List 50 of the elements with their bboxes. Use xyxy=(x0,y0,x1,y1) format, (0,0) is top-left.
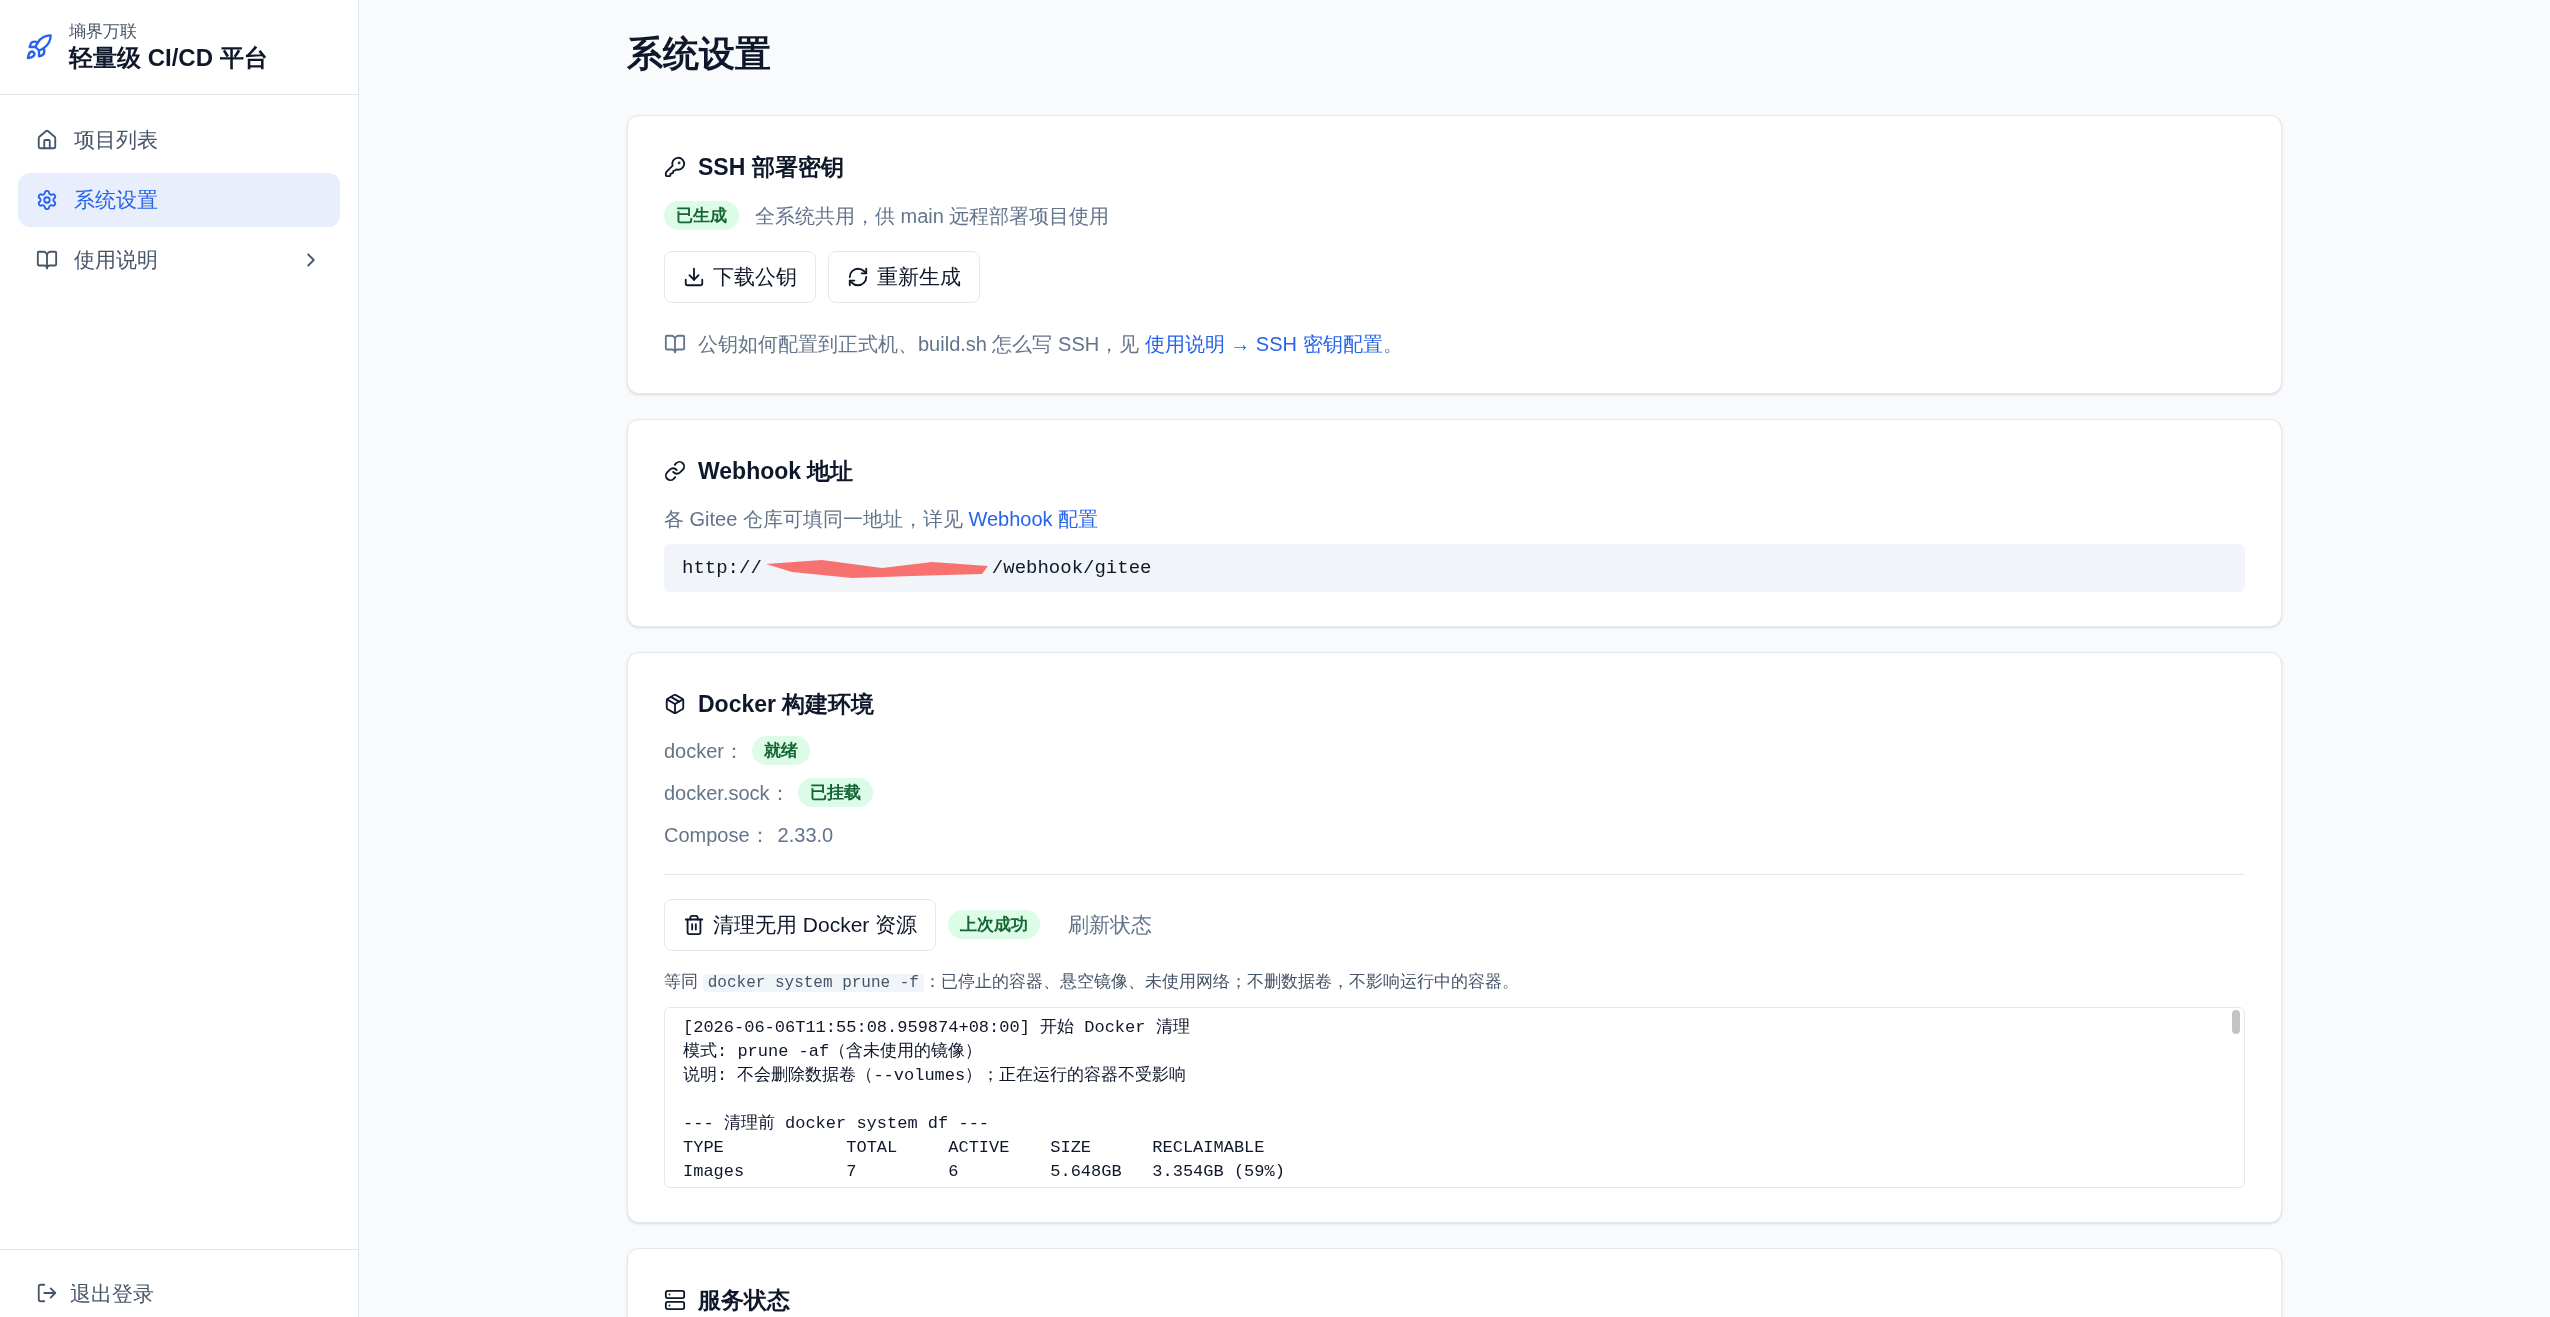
settings-icon xyxy=(36,189,58,211)
log-line: 说明: 不会删除数据卷（--volumes）；正在运行的容器不受影响 xyxy=(683,1064,1187,1087)
heading-icon xyxy=(664,459,686,482)
home-icon xyxy=(36,129,58,151)
nav-item[interactable]: 项目列表 xyxy=(18,113,340,167)
log-line: TYPE TOTAL ACTIVE SIZE RECLAIMABLE xyxy=(683,1136,1265,1159)
nav-item[interactable]: 系统设置 xyxy=(18,173,340,227)
rocket-icon xyxy=(25,33,53,61)
card-title: 服务状态 xyxy=(698,1285,790,1315)
log-line: --- 清理前 docker system df --- xyxy=(683,1112,990,1135)
status-label: docker.sock： xyxy=(664,780,790,806)
cleanup-button[interactable]: 清理无用 Docker 资源 xyxy=(664,898,937,951)
hint-text: 等同 docker system prune -f ：已停止的容器、悬空镜像、未使用网络；不删数据卷，不影响运行中的容器。 xyxy=(664,970,1520,994)
book-icon xyxy=(664,332,686,355)
status-badge: 已生成 xyxy=(664,200,739,231)
heading-icon xyxy=(664,156,686,179)
card-title: Docker 构建环境 xyxy=(698,690,875,719)
regenerate-button[interactable]: 重新生成 xyxy=(828,250,980,303)
heading-icon xyxy=(664,1288,686,1311)
card-title: SSH 部署密钥 xyxy=(698,153,844,182)
heading-icon xyxy=(664,693,686,716)
card-title: Webhook 地址 xyxy=(698,456,854,486)
company-name: 墒界万联 xyxy=(69,21,138,43)
download-icon xyxy=(683,265,705,288)
product-name: 轻量级 CI/CD 平台 xyxy=(69,43,268,73)
description: 全系统共用，供 main 远程部署项目使用 xyxy=(755,203,1110,229)
logout-button[interactable]: 退出登录 xyxy=(36,1277,154,1309)
status-badge: 已挂载 xyxy=(797,777,873,808)
scrollbar-thumb[interactable] xyxy=(2232,1009,2240,1034)
status-label: Compose： xyxy=(664,822,770,848)
status-label: docker： xyxy=(664,738,745,764)
log-line: 模式: prune -af（含未使用的镜像） xyxy=(683,1040,983,1063)
help-text: 公钥如何配置到正式机、build.sh 怎么写 SSH，见 使用说明 → SSH 密钥配置。 xyxy=(698,331,1403,357)
status-badge: 上次成功 xyxy=(948,909,1041,940)
nav-item[interactable]: 使用说明 xyxy=(18,233,340,287)
refresh-icon xyxy=(847,265,869,288)
trash-icon xyxy=(683,913,705,936)
page-title: 系统设置 xyxy=(627,32,772,76)
status-value: 2.33.0 xyxy=(777,822,834,848)
refresh-status-button[interactable]: 刷新状态 xyxy=(1052,908,1169,941)
description: 各 Gitee 仓库可填同一地址，详见 Webhook 配置 xyxy=(664,507,1100,532)
docs-link[interactable]: 使用说明 → SSH 密钥配置 xyxy=(1144,332,1383,355)
status-badge: 就绪 xyxy=(752,735,811,766)
webhook-link[interactable]: Webhook 配置 xyxy=(968,508,1099,530)
log-line: Images 7 6 5.648GB 3.354GB (59%) xyxy=(683,1160,1285,1183)
url-field: http:// /webhook/gitee xyxy=(664,544,2245,592)
log-line: [2026-06-06T11:55:08.959874+08:00] 开始 Docker 清理 xyxy=(683,1016,1190,1039)
logout-icon xyxy=(36,1282,58,1305)
book-icon xyxy=(36,249,58,271)
download-button[interactable]: 下载公钥 xyxy=(664,250,816,303)
